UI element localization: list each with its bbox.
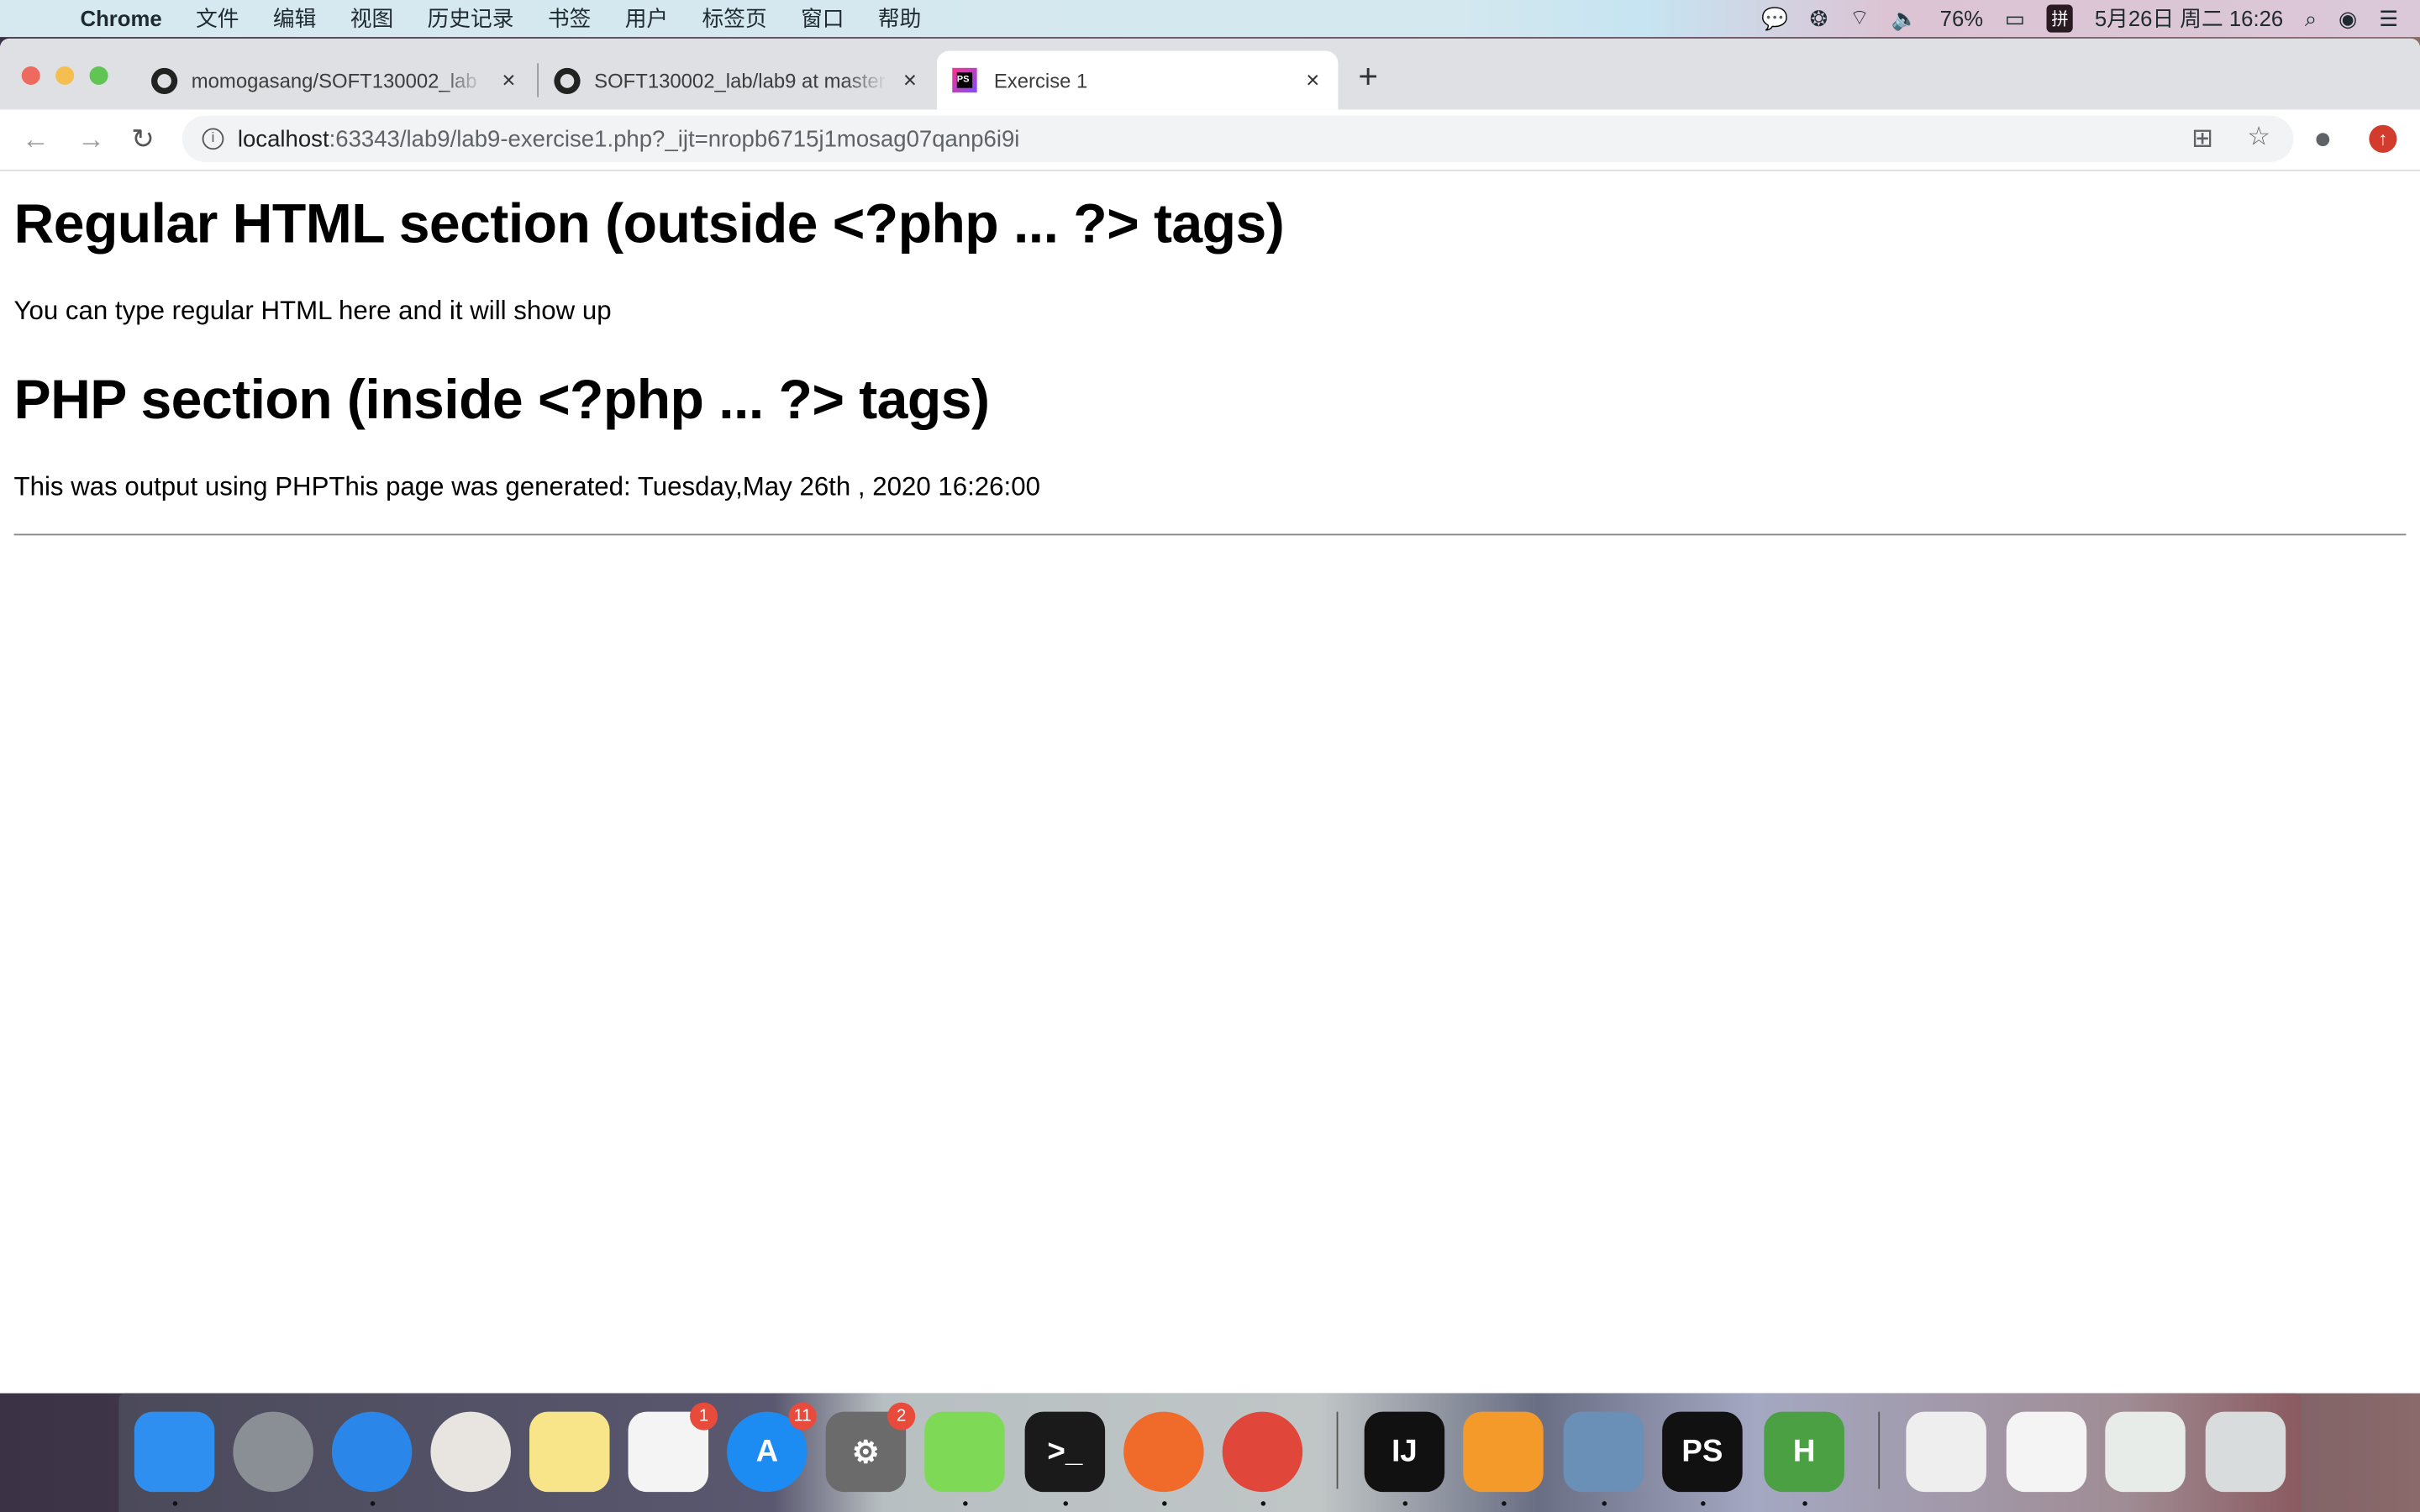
menu-help[interactable]: 帮助 xyxy=(878,3,921,34)
phpstorm-icon xyxy=(952,67,977,93)
running-indicator xyxy=(1162,1501,1167,1506)
dock-hbuilder-icon[interactable]: H xyxy=(1764,1411,1844,1493)
menu-app-name[interactable]: Chrome xyxy=(81,6,162,30)
menu-bookmarks[interactable]: 书签 xyxy=(548,3,591,34)
site-info-icon[interactable]: i xyxy=(202,128,224,150)
dock-notes-icon[interactable] xyxy=(529,1411,610,1493)
url-path: :63343/lab9/lab9-exercise1.php?_ijt=nrop… xyxy=(329,125,1020,152)
siri-icon[interactable]: ◉ xyxy=(2338,5,2357,31)
dock-terminal-icon[interactable]: >_ xyxy=(1024,1411,1106,1493)
notification-badge: 1 xyxy=(690,1402,718,1431)
back-icon[interactable]: ← xyxy=(22,123,50,156)
menu-edit[interactable]: 编辑 xyxy=(273,3,316,34)
zoom-window-button[interactable] xyxy=(89,66,108,86)
page-content: Regular HTML section (outside <?php ... … xyxy=(0,192,2420,536)
close-tab-icon[interactable]: × xyxy=(1306,67,1319,93)
dock-pages-icon[interactable] xyxy=(1463,1411,1544,1493)
reload-icon[interactable]: ↻ xyxy=(131,123,155,156)
tab-github-lab9[interactable]: SOFT130002_lab/lab9 at master × xyxy=(537,63,935,97)
menu-window[interactable]: 窗口 xyxy=(801,3,844,34)
dock-launchpad-icon[interactable] xyxy=(233,1411,313,1493)
running-indicator xyxy=(172,1501,178,1506)
close-tab-icon[interactable]: × xyxy=(903,67,917,93)
profile-avatar-icon[interactable]: ● xyxy=(2313,122,2332,157)
tab-github-repo[interactable]: momogasang/SOFT130002_lab × xyxy=(136,51,534,110)
wechat-status-icon[interactable]: 💬 xyxy=(1761,5,1788,31)
tab-strip: momogasang/SOFT130002_lab × SOFT130002_l… xyxy=(0,38,2420,110)
divider xyxy=(13,533,2407,536)
chrome-window: momogasang/SOFT130002_lab × SOFT130002_l… xyxy=(0,38,2420,1394)
notification-badge: 2 xyxy=(887,1402,916,1431)
running-indicator xyxy=(1802,1501,1807,1506)
tab-title: momogasang/SOFT130002_lab xyxy=(191,68,477,92)
notification-center-icon[interactable]: ☰ xyxy=(2379,5,2398,31)
battery-icon[interactable]: ▭ xyxy=(2005,5,2025,31)
dock-trash-icon[interactable] xyxy=(2205,1411,2286,1493)
dock-window-2-icon[interactable] xyxy=(2006,1411,2087,1493)
running-indicator xyxy=(963,1501,968,1506)
running-indicator xyxy=(1260,1501,1266,1506)
dock-wechat-icon[interactable] xyxy=(924,1411,1005,1493)
new-tab-button[interactable]: + xyxy=(1358,57,1378,97)
dock-finder-icon[interactable] xyxy=(134,1411,215,1493)
translate-icon[interactable]: ⊞ xyxy=(2191,123,2213,155)
close-tab-icon[interactable]: × xyxy=(502,67,515,93)
dock-separator xyxy=(1878,1411,1881,1489)
heading-php-section: PHP section (inside <?php ... ?> tags) xyxy=(13,367,990,431)
dock-chrome-icon[interactable] xyxy=(1222,1411,1303,1493)
tab-title: Exercise 1 xyxy=(993,68,1088,92)
menu-people[interactable]: 用户 xyxy=(625,3,668,34)
forward-icon[interactable]: → xyxy=(77,123,105,156)
url-host: localhost xyxy=(237,125,329,152)
dock-preview-icon[interactable] xyxy=(1563,1411,1644,1493)
menu-tab[interactable]: 标签页 xyxy=(702,3,767,34)
toolbar: ← → ↻ i localhost:63343/lab9/lab9-exerci… xyxy=(0,109,2420,171)
dock-photos-icon[interactable] xyxy=(430,1411,511,1493)
running-indicator xyxy=(1402,1501,1408,1506)
dock-reminders-icon[interactable]: 1 xyxy=(628,1402,718,1493)
tab-exercise-1[interactable]: Exercise 1 × xyxy=(936,50,1339,110)
running-indicator xyxy=(1602,1501,1607,1506)
wifi-icon[interactable]: ⌔ xyxy=(1849,5,1870,33)
dock-safari-icon[interactable] xyxy=(331,1411,413,1493)
volume-icon[interactable]: 🔈 xyxy=(1891,5,1918,31)
close-window-button[interactable] xyxy=(21,66,40,86)
running-indicator xyxy=(1701,1501,1706,1506)
input-method-icon[interactable]: 拼 xyxy=(2046,4,2074,33)
tab-title: SOFT130002_lab/lab9 at master xyxy=(594,68,886,92)
bookmark-star-icon[interactable]: ☆ xyxy=(2247,122,2270,153)
dock-phpstorm-icon[interactable]: PS xyxy=(1662,1411,1743,1493)
update-icon[interactable]: ↑ xyxy=(2369,124,2397,153)
html-paragraph: You can type regular HTML here and it wi… xyxy=(13,296,612,326)
dock-window-3-icon[interactable] xyxy=(2105,1411,2186,1493)
menu-history[interactable]: 历史记录 xyxy=(428,3,514,34)
dock-app-store-icon[interactable]: A 11 xyxy=(727,1402,817,1493)
running-indicator xyxy=(370,1501,376,1506)
dock-system-preferences-icon[interactable]: ⚙ 2 xyxy=(825,1402,916,1493)
notification-badge: 11 xyxy=(788,1402,817,1431)
menu-bar: Chrome 文件 编辑 视图 历史记录 书签 用户 标签页 窗口 帮助 💬 ❂… xyxy=(0,0,2420,38)
minimize-window-button[interactable] xyxy=(55,66,75,86)
app-status-icon[interactable]: ❂ xyxy=(1810,5,1828,31)
dock-window-1-icon[interactable] xyxy=(1906,1411,1986,1493)
spotlight-search-icon[interactable]: ⌕ xyxy=(2305,5,2317,31)
dock: 1 A 11 ⚙ 2 >_ IJ PS H xyxy=(118,1393,2302,1512)
menu-view[interactable]: 视图 xyxy=(350,3,393,34)
battery-percent[interactable]: 76% xyxy=(1940,6,1983,30)
github-icon xyxy=(151,66,178,94)
dock-firefox-icon[interactable] xyxy=(1123,1411,1204,1493)
running-indicator xyxy=(1502,1501,1507,1506)
menu-file[interactable]: 文件 xyxy=(196,3,239,34)
address-bar[interactable]: i localhost:63343/lab9/lab9-exercise1.ph… xyxy=(182,115,2294,162)
dock-intellij-icon[interactable]: IJ xyxy=(1364,1411,1445,1493)
running-indicator xyxy=(1063,1501,1069,1506)
clock[interactable]: 5月26日 周二 16:26 xyxy=(2095,3,2283,34)
heading-html-section: Regular HTML section (outside <?php ... … xyxy=(13,191,1285,255)
github-icon xyxy=(554,66,581,94)
php-output: This was output using PHPThis page was g… xyxy=(13,472,1040,501)
dock-separator xyxy=(1336,1411,1339,1489)
